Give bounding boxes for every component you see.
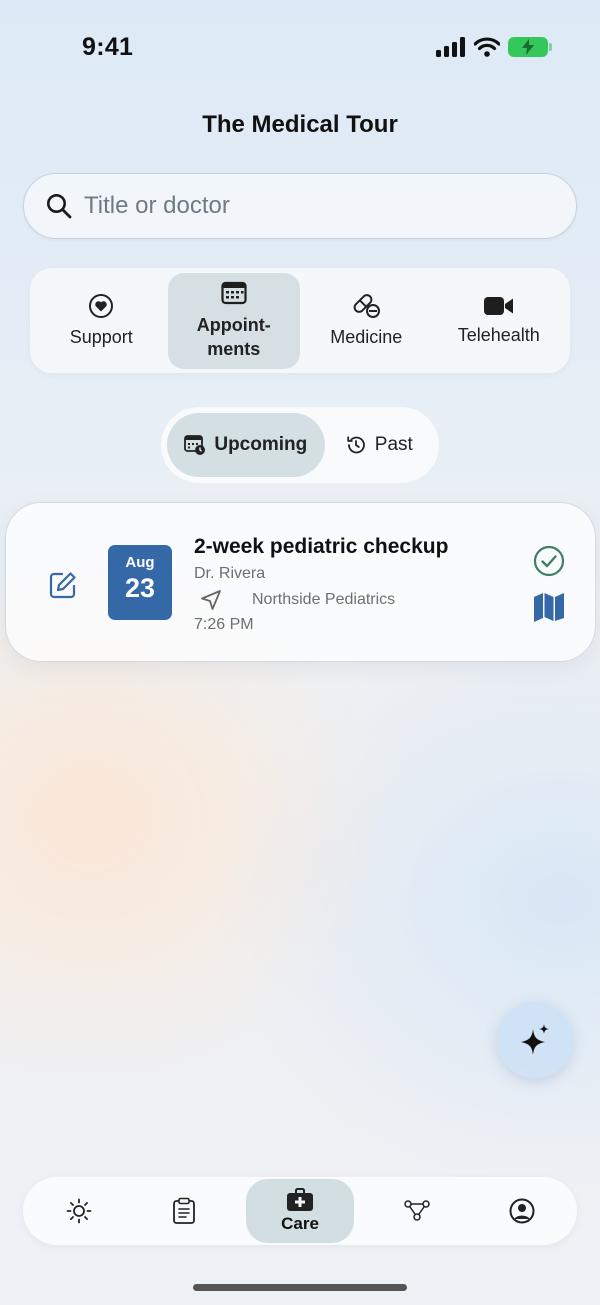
ai-assistant-button[interactable] bbox=[497, 1002, 573, 1078]
category-medicine[interactable]: Medicine bbox=[300, 273, 433, 369]
video-camera-icon bbox=[483, 297, 513, 315]
clipboard-icon bbox=[172, 1197, 195, 1224]
home-indicator bbox=[193, 1284, 407, 1291]
wifi-icon bbox=[474, 37, 500, 57]
appointment-card[interactable]: Aug 23 2-week pediatric checkup Dr. Rive… bbox=[5, 502, 596, 662]
appointment-time: 7:26 PM bbox=[194, 616, 254, 633]
category-medicine-label: Medicine bbox=[330, 327, 403, 347]
tab-care-label: Care bbox=[281, 1214, 319, 1233]
status-icons bbox=[436, 37, 552, 57]
tab-care[interactable]: Care bbox=[246, 1179, 354, 1243]
calendar-clock-icon bbox=[184, 435, 206, 455]
tab-network[interactable] bbox=[364, 1179, 469, 1243]
category-selector: Support Appoint- ments Medicine Teleheal… bbox=[30, 268, 570, 373]
battery-icon bbox=[508, 37, 552, 57]
time-filter-toggle: Upcoming Past bbox=[161, 407, 439, 483]
navigation-arrow-icon[interactable] bbox=[199, 588, 223, 612]
sun-icon bbox=[66, 1198, 91, 1224]
appointment-doctor: Dr. Rivera bbox=[194, 565, 266, 582]
tab-profile[interactable] bbox=[469, 1179, 574, 1243]
category-telehealth-label: Telehealth bbox=[457, 325, 540, 345]
status-time: 9:41 bbox=[82, 33, 134, 61]
category-appointments[interactable]: Appoint- ments bbox=[167, 272, 300, 369]
date-day: 23 bbox=[124, 573, 156, 603]
appointment-title: 2-week pediatric checkup bbox=[194, 535, 449, 558]
pills-icon bbox=[353, 294, 381, 318]
tab-records[interactable] bbox=[131, 1179, 236, 1243]
category-support[interactable]: Support bbox=[35, 273, 168, 369]
heart-circle-icon bbox=[89, 294, 114, 318]
calendar-icon bbox=[221, 281, 247, 304]
map-icon[interactable] bbox=[533, 592, 565, 622]
past-tab[interactable]: Past bbox=[325, 413, 433, 477]
search-icon bbox=[47, 194, 72, 219]
graph-nodes-icon bbox=[403, 1200, 430, 1221]
tab-home[interactable] bbox=[26, 1179, 131, 1243]
category-appointments-label: Appoint- ments bbox=[196, 314, 271, 359]
upcoming-label: Upcoming bbox=[214, 434, 308, 455]
cellular-signal-icon bbox=[436, 37, 465, 57]
date-month: Aug bbox=[125, 554, 155, 571]
past-label: Past bbox=[374, 434, 413, 455]
category-telehealth[interactable]: Telehealth bbox=[433, 273, 566, 369]
medical-kit-icon bbox=[287, 1188, 313, 1211]
profile-icon bbox=[509, 1198, 534, 1224]
checkmark-circle-icon[interactable] bbox=[533, 545, 565, 577]
search-input[interactable] bbox=[84, 192, 524, 220]
edit-icon[interactable] bbox=[48, 570, 78, 600]
upcoming-tab[interactable]: Upcoming bbox=[167, 413, 325, 477]
appointment-location: Northside Pediatrics bbox=[252, 591, 396, 608]
category-support-label: Support bbox=[69, 327, 133, 347]
page-title: The Medical Tour bbox=[202, 111, 398, 138]
search-bar[interactable] bbox=[23, 173, 577, 239]
sparkles-icon bbox=[521, 1024, 549, 1055]
bottom-tab-bar: Care bbox=[23, 1177, 577, 1245]
history-icon bbox=[347, 436, 365, 454]
date-badge: Aug 23 bbox=[108, 545, 172, 620]
